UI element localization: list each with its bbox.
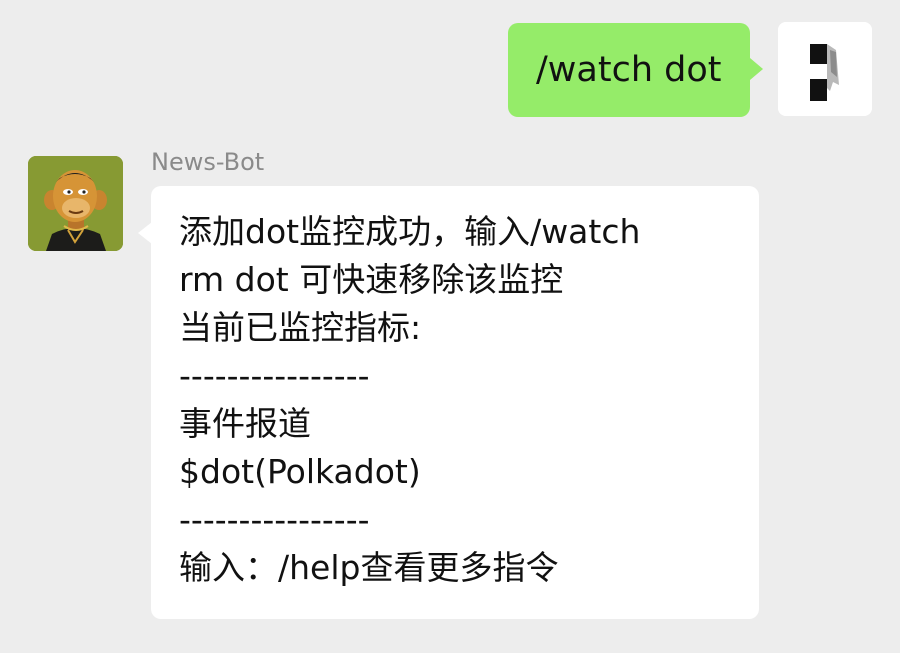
message-line: 事件报道 [179, 404, 311, 443]
message-line: 添加dot监控成功，输入/watch [179, 212, 641, 251]
sender-name: News-Bot [151, 148, 265, 176]
message-line: 当前已监控指标: [179, 308, 422, 347]
ape-nft-avatar-icon [28, 156, 123, 251]
bot-message-text: 添加dot监控成功，输入/watch rm dot 可快速移除该监控 当前已监控… [179, 208, 737, 592]
user-avatar-icon [778, 22, 872, 116]
message-divider: ---------------- [179, 356, 370, 395]
message-line: rm dot 可快速移除该监控 [179, 260, 564, 299]
outgoing-message-bubble[interactable]: /watch dot [508, 23, 750, 117]
message-line: 输入：/help查看更多指令 [179, 548, 559, 587]
outgoing-bubble-tail [750, 58, 763, 80]
incoming-message-bubble[interactable]: 添加dot监控成功，输入/watch rm dot 可快速移除该监控 当前已监控… [151, 186, 759, 619]
message-divider: ---------------- [179, 500, 370, 539]
user-avatar[interactable] [778, 22, 872, 116]
bot-avatar[interactable] [28, 156, 123, 251]
incoming-bubble-tail [138, 222, 152, 244]
message-line: $dot(Polkadot) [179, 452, 421, 491]
chat-window: /watch dot News-Bot 添加dot监控成功，输入/watch r… [0, 0, 900, 653]
